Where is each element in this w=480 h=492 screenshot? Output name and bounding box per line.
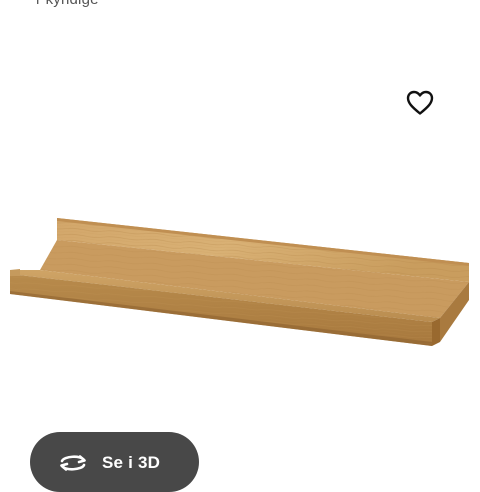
shelf-illustration <box>10 218 469 346</box>
heart-icon <box>406 90 434 115</box>
view-in-3d-button[interactable]: Se i 3D <box>30 432 199 492</box>
favorite-button[interactable] <box>403 86 437 120</box>
product-image <box>0 0 480 480</box>
rotate-3d-icon <box>56 451 90 475</box>
view-in-3d-label: Se i 3D <box>102 453 161 472</box>
